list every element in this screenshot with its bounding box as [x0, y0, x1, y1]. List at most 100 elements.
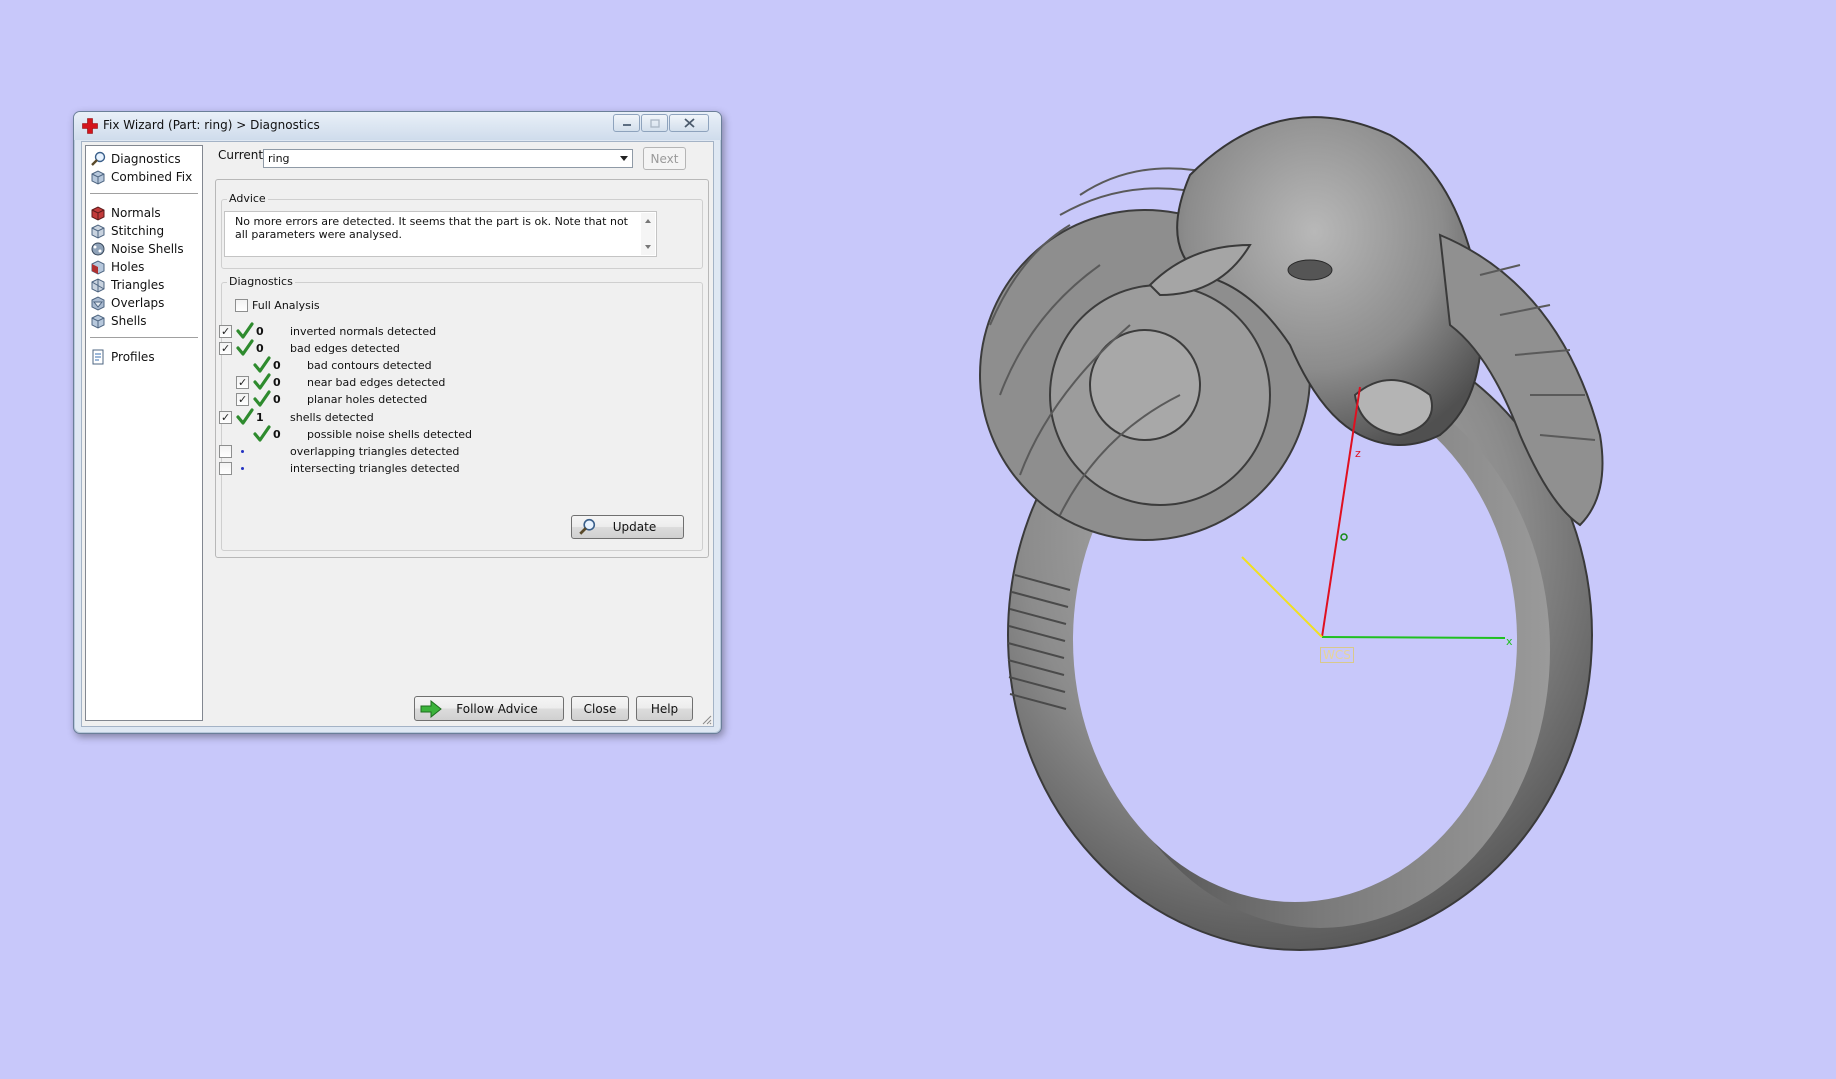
stitching-icon — [91, 224, 105, 239]
sidebar-item-label: Overlaps — [111, 296, 165, 310]
minimize-icon — [622, 124, 631, 126]
sidebar-item-label: Triangles — [111, 278, 165, 292]
checkmark-icon: ✓ — [238, 376, 248, 389]
row-description: possible noise shells detected — [307, 428, 473, 441]
profiles-icon — [92, 349, 104, 365]
row-checkbox[interactable] — [219, 445, 232, 458]
magnifier-icon — [91, 151, 106, 166]
wcs-label: WCS — [1320, 647, 1354, 663]
wizard-sidebar: Diagnostics Combined Fix Normals Stitchi… — [85, 145, 203, 721]
row-count: 0 — [273, 359, 281, 372]
row-checkbox[interactable]: ✓ — [219, 342, 232, 355]
row-count: 0 — [273, 393, 281, 406]
checkmark-icon: ✓ — [221, 411, 231, 424]
full-analysis-checkbox[interactable] — [235, 299, 248, 312]
row-description: near bad edges detected — [307, 376, 446, 389]
row-checkbox[interactable] — [219, 462, 232, 475]
green-check-icon — [236, 339, 254, 357]
row-count: 0 — [273, 428, 281, 441]
sidebar-item-label: Combined Fix — [111, 170, 193, 184]
green-check-icon — [253, 356, 271, 374]
combined-fix-icon — [91, 170, 105, 185]
row-description: overlapping triangles detected — [290, 445, 460, 458]
sidebar-item-overlaps[interactable]: Overlaps — [90, 294, 164, 312]
sidebar-item-label: Normals — [111, 206, 161, 220]
row-description: inverted normals detected — [290, 325, 437, 338]
resize-grip-icon[interactable] — [700, 713, 712, 725]
advice-textbox[interactable]: No more errors are detected. It seems th… — [224, 211, 657, 257]
sidebar-item-stitching[interactable]: Stitching — [90, 222, 164, 240]
magnifier-icon — [579, 518, 596, 535]
overlaps-icon — [91, 296, 105, 311]
full-analysis-label: Full Analysis — [252, 299, 320, 312]
row-count: 0 — [256, 325, 264, 338]
checkmark-icon: ✓ — [221, 342, 231, 355]
row-count: 0 — [256, 342, 264, 355]
advice-scrollbar[interactable] — [641, 213, 655, 255]
normals-icon — [91, 206, 105, 221]
sidebar-item-label: Holes — [111, 260, 145, 274]
advice-caption: Advice — [227, 192, 268, 205]
close-window-button[interactable] — [669, 114, 709, 132]
current-part-value: ring — [268, 152, 290, 165]
sidebar-item-label: Diagnostics — [111, 152, 181, 166]
current-part-dropdown[interactable]: ring — [263, 149, 633, 168]
row-description: shells detected — [290, 411, 374, 424]
row-checkbox[interactable]: ✓ — [219, 325, 232, 338]
scroll-down-icon[interactable] — [645, 245, 651, 249]
sidebar-item-noise-shells[interactable]: Noise Shells — [90, 240, 184, 258]
window-title: Fix Wizard (Part: ring) > Diagnostics — [103, 118, 320, 132]
sidebar-item-profiles[interactable]: Profiles — [90, 348, 155, 366]
sidebar-item-combined-fix[interactable]: Combined Fix — [90, 168, 192, 186]
row-count: 1 — [256, 411, 264, 424]
follow-advice-label: Follow Advice — [456, 701, 538, 716]
shells-icon — [91, 314, 105, 329]
fix-wizard-dialog: Fix Wizard (Part: ring) > Diagnostics Di… — [73, 111, 722, 734]
green-check-icon — [236, 322, 254, 340]
help-button[interactable]: Help — [636, 696, 693, 721]
x-axis-label: x — [1506, 635, 1513, 648]
diagnostics-caption: Diagnostics — [227, 275, 295, 288]
checkmark-icon: ✓ — [221, 325, 231, 338]
sidebar-item-shells[interactable]: Shells — [90, 312, 147, 330]
next-button[interactable]: Next — [643, 147, 686, 170]
row-checkbox[interactable]: ✓ — [236, 393, 249, 406]
row-checkbox[interactable]: ✓ — [219, 411, 232, 424]
update-button[interactable]: Update — [571, 515, 684, 539]
close-button[interactable]: Close — [571, 696, 629, 721]
sidebar-item-triangles[interactable]: Triangles — [90, 276, 164, 294]
triangles-icon — [91, 278, 105, 293]
maximize-icon — [649, 118, 660, 128]
application-stage: Fix Wizard (Part: ring) > Diagnostics Di… — [0, 0, 1836, 1079]
sidebar-item-normals[interactable]: Normals — [90, 204, 161, 222]
follow-advice-button[interactable]: Follow Advice — [414, 696, 564, 721]
minimize-button[interactable] — [613, 114, 640, 132]
green-arrow-icon — [420, 700, 442, 718]
chevron-down-icon — [620, 156, 628, 161]
row-description: bad edges detected — [290, 342, 400, 355]
row-checkbox[interactable]: ✓ — [236, 376, 249, 389]
title-bar[interactable]: Fix Wizard (Part: ring) > Diagnostics — [74, 112, 721, 140]
status-dot-icon — [241, 450, 244, 453]
row-description: bad contours detected — [307, 359, 432, 372]
sidebar-divider — [90, 337, 198, 338]
maximize-button[interactable] — [641, 114, 668, 132]
row-count: 0 — [273, 376, 281, 389]
sidebar-item-label: Noise Shells — [111, 242, 184, 256]
sidebar-item-label: Profiles — [111, 350, 155, 364]
status-dot-icon — [241, 467, 244, 470]
sidebar-item-label: Shells — [111, 314, 147, 328]
sidebar-item-holes[interactable]: Holes — [90, 258, 144, 276]
dialog-client-area: Diagnostics Combined Fix Normals Stitchi… — [81, 141, 714, 727]
sidebar-item-diagnostics[interactable]: Diagnostics — [90, 150, 181, 168]
sidebar-divider — [90, 193, 198, 194]
row-description: planar holes detected — [307, 393, 428, 406]
ring-3d-model[interactable] — [960, 95, 1680, 955]
scroll-up-icon[interactable] — [645, 219, 651, 223]
green-check-icon — [253, 390, 271, 408]
noise-shells-icon — [91, 242, 105, 256]
row-description: intersecting triangles detected — [290, 462, 460, 475]
advice-message: No more errors are detected. It seems th… — [235, 215, 628, 241]
green-check-icon — [253, 425, 271, 443]
x-axis-line — [1321, 636, 1506, 639]
